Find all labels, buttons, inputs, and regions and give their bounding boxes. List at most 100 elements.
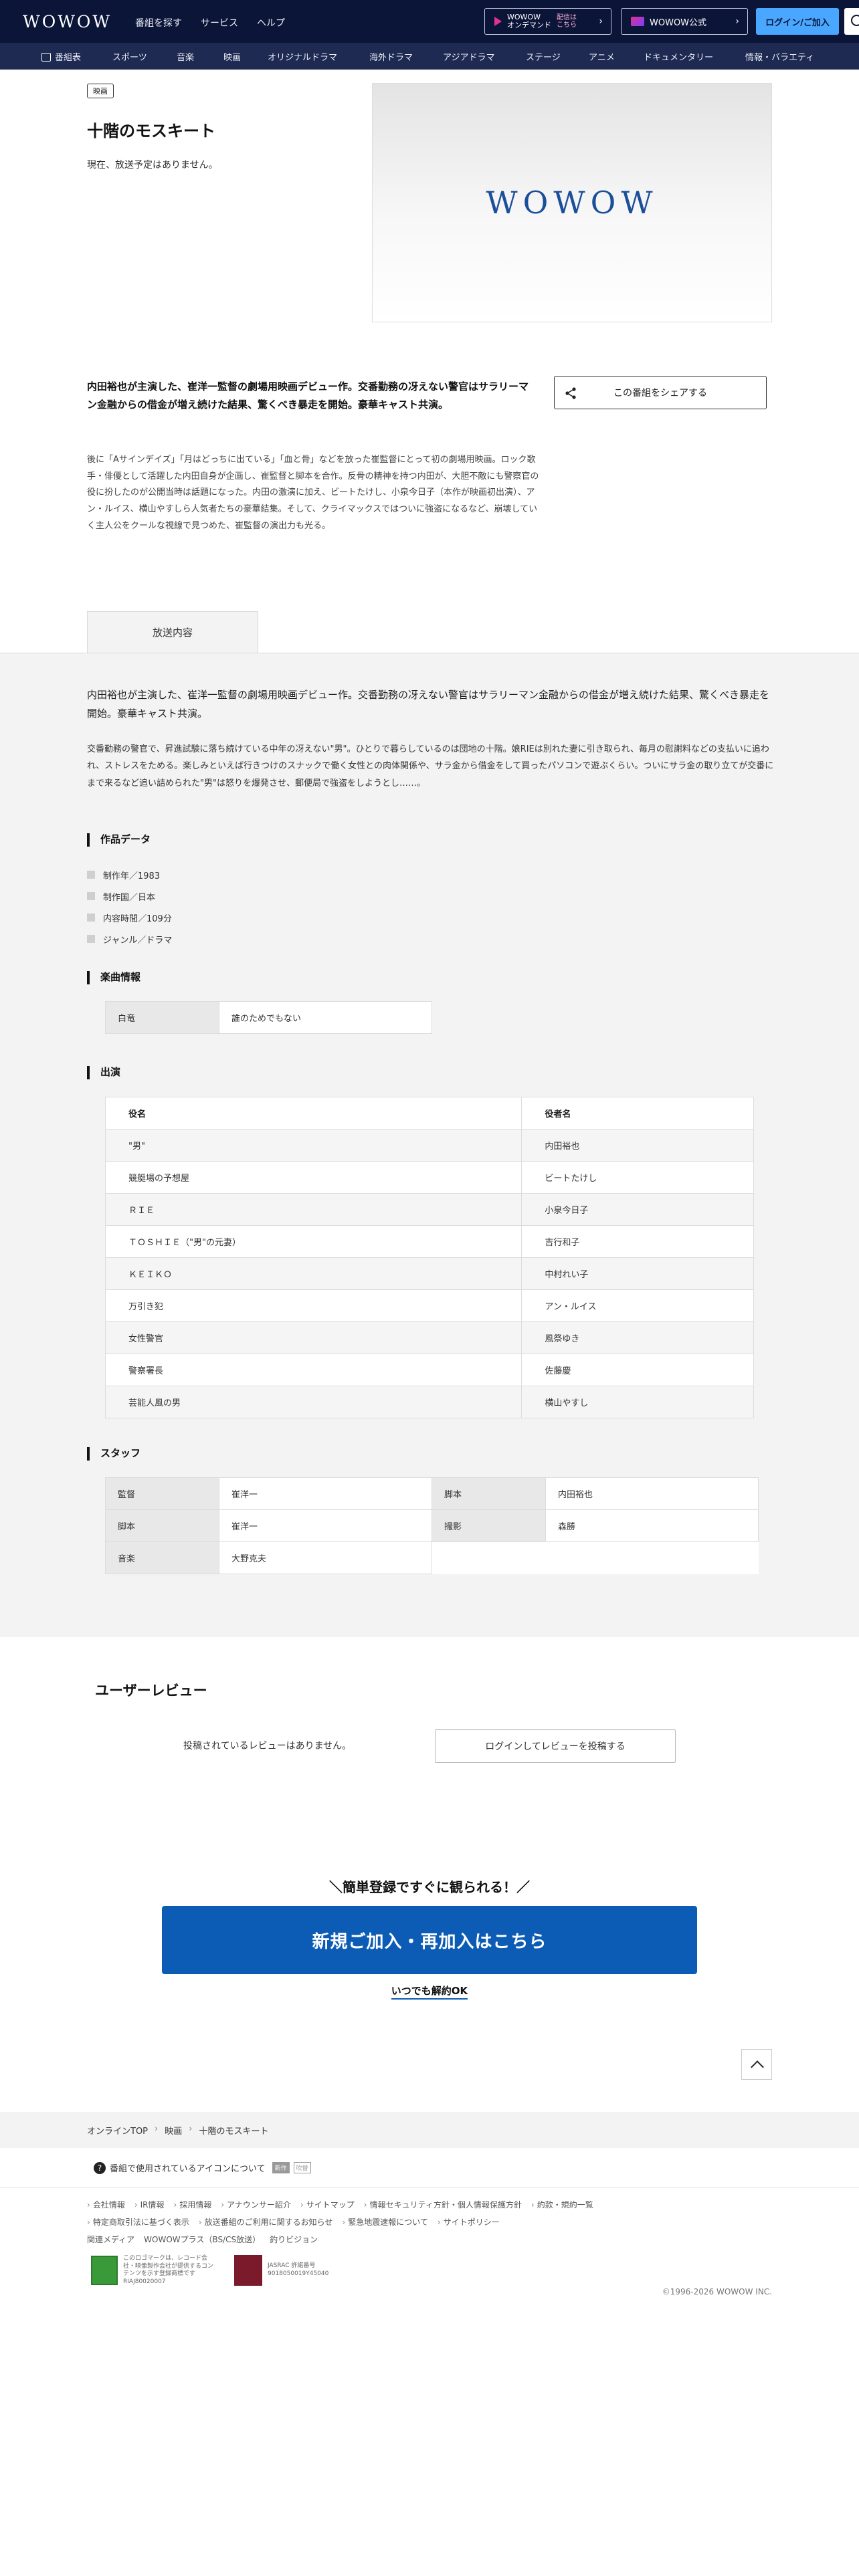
global-header: WOWOW 番組を探す サービス ヘルプ WOWOW オンデマンド 配信は こち… [0, 0, 859, 43]
staff-role: 音楽 [105, 1541, 219, 1574]
footer-link[interactable]: 約款・規約一覧 [531, 2199, 593, 2210]
footer-link[interactable]: 情報セキュリティ方針・個人情報保護方針 [364, 2199, 522, 2210]
cast-header-role: 役名 [104, 1097, 522, 1130]
cat-sports[interactable]: スポーツ [112, 50, 147, 63]
breadcrumb-top[interactable]: オンラインTOP [87, 2124, 148, 2137]
section-music-heading: 楽曲情報 [87, 971, 140, 984]
cast-role: 万引き犯 [104, 1289, 522, 1322]
cast-role: 競艇場の予想屋 [104, 1161, 522, 1194]
reviews-title: ユーザーレビュー [95, 1683, 207, 1699]
riaj-mark-text: このロゴマークは、レコード会社・映像製作会社が提供するコンテンツを示す登録商標で… [123, 2255, 214, 2286]
share-icon [565, 387, 576, 399]
cat-original-drama[interactable]: オリジナルドラマ [268, 50, 337, 63]
footer-link[interactable]: サイトマップ [300, 2199, 355, 2210]
chevron-up-icon[interactable] [741, 2049, 772, 2080]
official-site-button[interactable]: WOWOW公式 › [621, 8, 748, 35]
program-description: 後に「Aサインデイズ」「月はどっちに出ている」「血と骨」などを放った崔監督にとっ… [87, 455, 539, 531]
staff-table: 監督 崔洋一 脚本 内田裕也 脚本 崔洋一 撮影 森勝 音楽 大野克夫 [105, 1477, 759, 1574]
footer-links-row2: 特定商取引法に基づく表示 放送番組のご利用に関するお知らせ 緊急地震速報について… [87, 2216, 756, 2228]
music-table: 白竜 誰のためでもない [105, 1001, 432, 1034]
footer-link[interactable]: IR情報 [134, 2199, 165, 2210]
cat-anime[interactable]: アニメ [589, 50, 615, 63]
cat-variety[interactable]: 情報・バラエティ [745, 50, 814, 63]
icon-help-text: 番組で使用されているアイコンについて [110, 2164, 266, 2174]
calendar-icon [41, 53, 51, 62]
category-nav: 番組表 スポーツ 音楽 映画 オリジナルドラマ 海外ドラマ アジアドラマ ステー… [0, 43, 859, 70]
section-cast-heading: 出演 [87, 1066, 120, 1079]
login-join-button[interactable]: ログイン/ご加入 [756, 8, 839, 35]
spec-year: 制作年／1983 [87, 864, 172, 885]
nav-service[interactable]: サービス [201, 16, 238, 29]
footer-link[interactable]: 特定商取引法に基づく表示 [87, 2216, 189, 2228]
cat-movie[interactable]: 映画 [223, 50, 241, 63]
footer-link[interactable]: 採用情報 [174, 2199, 211, 2210]
top-nav: 番組を探す サービス ヘルプ [135, 16, 285, 29]
genre-badge: 映画 [87, 84, 114, 98]
footer-link[interactable]: サイトポリシー [438, 2216, 500, 2228]
chevron-right-icon: › [155, 2124, 159, 2134]
cat-foreign-drama[interactable]: 海外ドラマ [369, 50, 413, 63]
cast-actor: 吉行和子 [521, 1225, 754, 1258]
footer-link[interactable]: アナウンサー紹介 [221, 2199, 291, 2210]
section-staff-heading: スタッフ [87, 1447, 140, 1461]
ondemand-line1: WOWOW [507, 12, 541, 21]
related-media: 関連メディア WOWOWプラス（BS/CS放送） 釣りビジョン [87, 2234, 318, 2245]
program-lead: 内田裕也が主演した、崔洋一監督の劇場用映画デビュー作。交番勤務の冴えない警官はサ… [87, 381, 529, 411]
jasrac-logo-icon [234, 2255, 262, 2286]
related-link[interactable]: WOWOWプラス（BS/CS放送） [144, 2234, 260, 2245]
staff-name: 崔洋一 [219, 1509, 432, 1542]
question-icon: ? [94, 2161, 106, 2174]
chevron-right-icon: › [189, 2124, 193, 2134]
staff-name: 崔洋一 [219, 1477, 432, 1510]
music-song: 誰のためでもない [219, 1001, 432, 1034]
cat-stage[interactable]: ステージ [526, 50, 561, 63]
table-row: "男" 内田裕也 [104, 1129, 754, 1162]
broadcast-lead: 内田裕也が主演した、崔洋一監督の劇場用映画デビュー作。交番勤務の冴えない警官はサ… [87, 689, 770, 720]
wowow-logo[interactable]: WOWOW [23, 12, 112, 31]
reviews-empty-message: 投稿されているレビューはありません。 [183, 1741, 352, 1751]
cast-role: "男" [104, 1129, 522, 1162]
login-to-review-button[interactable]: ログインしてレビューを投稿する [435, 1729, 676, 1763]
nav-help[interactable]: ヘルプ [257, 16, 285, 29]
icon-help-link[interactable]: ? 番組で使用されているアイコンについて 新作 吹替 [94, 2161, 311, 2174]
table-row: ＫＥＩＫＯ 中村れい子 [104, 1257, 754, 1290]
footer-link[interactable]: 会社情報 [87, 2199, 125, 2210]
play-icon [494, 17, 502, 26]
spec-list: 制作年／1983 制作国／日本 内容時間／109分 ジャンル／ドラマ [87, 864, 172, 950]
staff-name: 森勝 [545, 1509, 759, 1542]
table-row: 女性警官 風祭ゆき [104, 1321, 754, 1354]
tab-broadcast[interactable]: 放送内容 [87, 611, 258, 653]
cta-cancel-anytime[interactable]: いつでも解約OK [0, 1983, 859, 2000]
cast-actor: 風祭ゆき [521, 1321, 754, 1354]
section-spec-heading: 作品データ [87, 833, 151, 847]
ondemand-button[interactable]: WOWOW オンデマンド 配信は こちら › [484, 8, 611, 35]
broadcast-story: 交番勤務の警官で、昇進試験に落ち続けている中年の冴えない"男"。ひとりで暮らして… [87, 744, 774, 788]
cat-schedule[interactable]: 番組表 [41, 50, 81, 63]
chevron-right-icon: › [735, 16, 739, 27]
staff-role: 脚本 [105, 1509, 219, 1542]
cast-role: 警察署長 [104, 1354, 522, 1386]
nav-find-program[interactable]: 番組を探す [135, 16, 182, 29]
staff-role: 脚本 [432, 1477, 546, 1510]
cat-asian-drama[interactable]: アジアドラマ [443, 50, 494, 63]
footer-link[interactable]: 放送番組のご利用に関するお知らせ [199, 2216, 333, 2228]
cat-documentary[interactable]: ドキュメンタリー [644, 50, 713, 63]
related-link[interactable]: 釣りビジョン [270, 2234, 318, 2245]
search-icon[interactable] [844, 8, 859, 35]
table-row: 警察署長 佐藤慶 [104, 1354, 754, 1386]
signup-button[interactable]: 新規ご加入・再加入はこちら [162, 1906, 697, 1974]
footer-link[interactable]: 緊急地震速報について [342, 2216, 428, 2228]
cast-actor: 内田裕也 [521, 1129, 754, 1162]
cast-actor: アン・ルイス [521, 1289, 754, 1322]
table-row: 競艇場の予想屋 ビートたけし [104, 1161, 754, 1194]
staff-name: 内田裕也 [545, 1477, 759, 1510]
staff-role: 監督 [105, 1477, 219, 1510]
spec-genre: ジャンル／ドラマ [87, 928, 172, 950]
staff-role: 撮影 [432, 1509, 546, 1542]
breadcrumb-movie[interactable]: 映画 [165, 2124, 182, 2137]
breadcrumb-current: 十階のモスキート [199, 2127, 269, 2137]
cast-role: 女性警官 [104, 1321, 522, 1354]
share-button[interactable]: この番組をシェアする [554, 376, 767, 409]
cat-music[interactable]: 音楽 [177, 50, 194, 63]
ondemand-line2: オンデマンド [507, 21, 551, 29]
